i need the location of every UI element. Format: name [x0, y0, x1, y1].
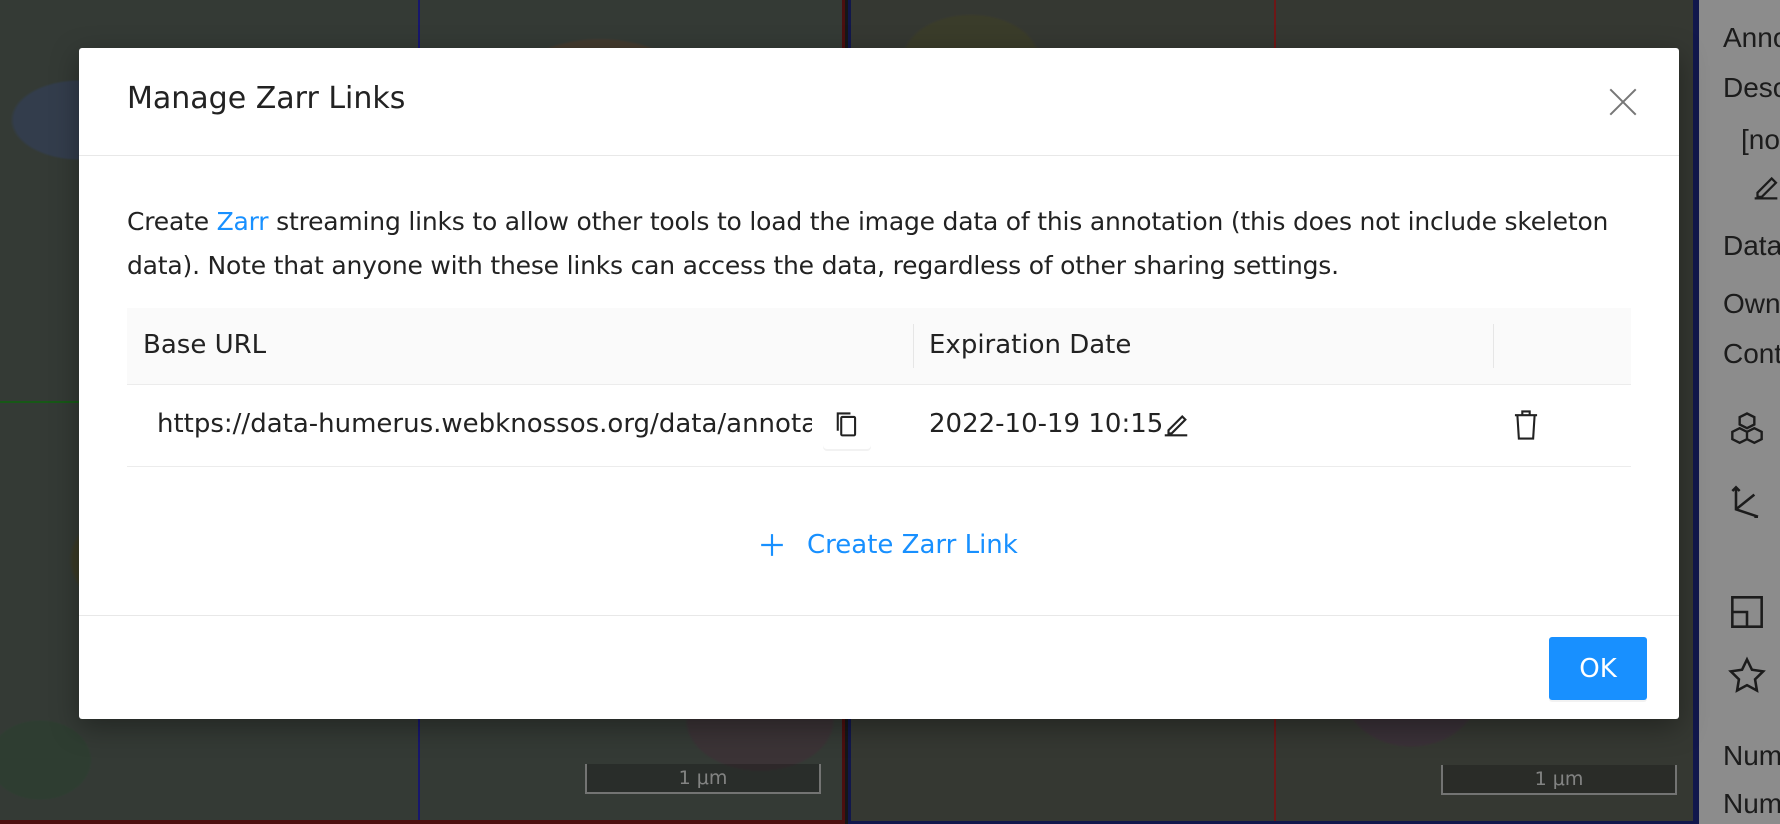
create-zarr-link-button[interactable]: Create Zarr Link [759, 530, 1018, 560]
close-icon[interactable] [1607, 86, 1639, 118]
modal-title: Manage Zarr Links [127, 81, 406, 116]
modal-header: Manage Zarr Links [79, 48, 1679, 156]
ok-button[interactable]: OK [1549, 637, 1647, 700]
copy-icon [836, 412, 857, 437]
table-header: Base URL Expiration Date [127, 308, 1631, 385]
column-header-base-url: Base URL [143, 330, 267, 360]
modal-body: Create Zarr streaming links to allow oth… [127, 156, 1631, 560]
manage-zarr-links-dialog: Manage Zarr Links Create Zarr streaming … [79, 48, 1679, 719]
edit-expiration-icon[interactable] [1161, 409, 1191, 439]
description-suffix: streaming links to allow other tools to … [127, 207, 1609, 280]
base-url-value: https://data-humerus.webknossos.org/data… [157, 409, 812, 439]
table-row: https://data-humerus.webknossos.org/data… [127, 385, 1631, 467]
plus-icon [761, 534, 783, 556]
modal-footer: OK [79, 615, 1679, 719]
column-separator [1493, 324, 1494, 368]
description-text: Create Zarr streaming links to allow oth… [127, 200, 1631, 288]
zarr-links-table: Base URL Expiration Date https://data-hu… [127, 308, 1631, 467]
zarr-link[interactable]: Zarr [217, 207, 269, 236]
column-separator [913, 324, 914, 368]
description-prefix: Create [127, 207, 217, 236]
copy-url-button[interactable] [823, 401, 871, 449]
expiration-date-value: 2022-10-19 10:15 [929, 409, 1164, 439]
delete-icon[interactable] [1511, 409, 1541, 441]
column-header-expiration-date: Expiration Date [929, 330, 1132, 360]
create-zarr-link-label: Create Zarr Link [807, 530, 1018, 560]
